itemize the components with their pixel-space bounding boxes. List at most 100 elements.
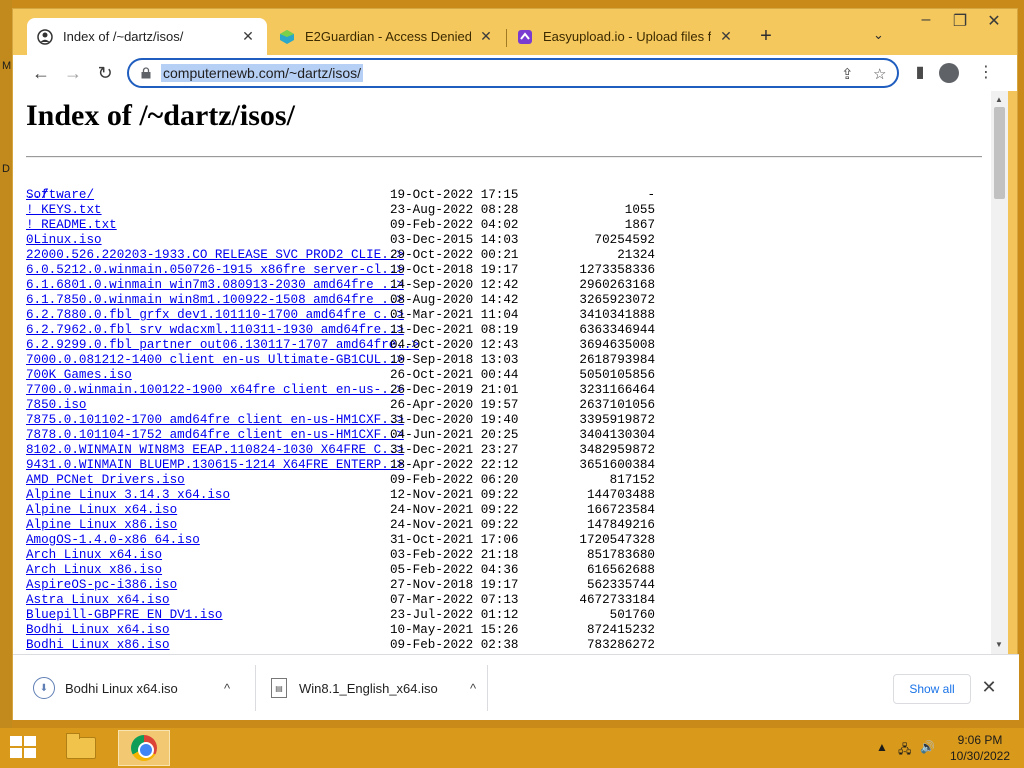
file-link[interactable]: 9431.0.WINMAIN_BLUEMP.130615-1214_X64FRE…: [26, 458, 404, 473]
file-date: 26-Apr-2020 19:57: [390, 398, 519, 412]
download-item[interactable]: ▤ Win8.1_English_x64.iso ^: [271, 655, 485, 721]
forward-arrow-icon[interactable]: →: [61, 61, 85, 85]
file-date: 26-Dec-2019 21:01: [390, 383, 519, 397]
shelf-close-icon[interactable]: ✕: [979, 677, 999, 698]
file-link[interactable]: AMD_PCNet_Drivers.iso: [26, 473, 185, 488]
page-scrollbar[interactable]: ▲ ▼: [991, 91, 1008, 654]
file-link[interactable]: 22000.526.220203-1933.CO_RELEASE_SVC_PRO…: [26, 248, 404, 263]
back-arrow-icon[interactable]: ←: [29, 61, 53, 85]
listing-row: AmogOS-1.4.0-x86_64.iso 31-Oct-2021 17:06…: [26, 533, 686, 548]
file-explorer-icon[interactable]: [58, 730, 104, 766]
tab-search-chevron-icon[interactable]: ⌄: [873, 27, 884, 43]
tab-easyupload[interactable]: Easyupload.io - Upload files for f ✕: [507, 18, 745, 55]
listing-row: Software/19-Oct-2022 17:15 -: [26, 188, 686, 203]
file-link[interactable]: AmogOS-1.4.0-x86_64.iso: [26, 533, 200, 548]
file-link[interactable]: 700K_Games.iso: [26, 368, 132, 383]
file-size: 3265923072: [579, 293, 655, 307]
file-date: 26-Oct-2021 00:44: [390, 368, 519, 382]
file-link[interactable]: Bodhi_Linux_x64.iso: [26, 623, 170, 638]
file-link[interactable]: Bluepill-GBPFRE_EN_DV1.iso: [26, 608, 223, 623]
url-text[interactable]: computernewb.com/~dartz/isos/: [161, 64, 364, 82]
file-link[interactable]: 6.2.7880.0.fbl_grfx_dev1.101110-1700_amd…: [26, 308, 404, 323]
share-icon[interactable]: ⇪: [841, 65, 854, 83]
file-date: 23-Jul-2022 01:12: [390, 608, 519, 622]
file-date: 14-Sep-2020 12:42: [390, 278, 519, 292]
taskbar-clock[interactable]: 9:06 PM 10/30/2022: [940, 732, 1020, 764]
profile-avatar[interactable]: [939, 63, 959, 83]
file-date: 09-Feb-2022 02:38: [390, 638, 519, 652]
file-link[interactable]: 7000.0.081212-1400_client_en-us_Ultimate…: [26, 353, 404, 368]
new-tab-plus-icon[interactable]: +: [755, 25, 777, 48]
window-close-icon[interactable]: ✕: [979, 11, 1009, 31]
windows-start-icon[interactable]: [10, 736, 38, 760]
bookmark-star-icon[interactable]: ☆: [873, 65, 886, 83]
page-content: Index of /~dartz/isos/ ../ Software/19-O…: [13, 91, 999, 654]
restore-icon[interactable]: ❐: [945, 11, 975, 31]
tray-expand-icon[interactable]: ▲: [876, 740, 888, 754]
file-size: 144703488: [586, 488, 655, 502]
file-link[interactable]: 7875.0.101102-1700_amd64fre_client_en-us…: [26, 413, 404, 428]
file-link[interactable]: 6.1.7850.0.winmain_win8m1.100922-1508_am…: [26, 293, 404, 308]
file-link[interactable]: !_README.txt: [26, 218, 117, 233]
listing-row: 6.0.5212.0.winmain.050726-1915_x86fre_se…: [26, 263, 686, 278]
file-size: 3410341888: [579, 308, 655, 322]
file-link[interactable]: 6.2.7962.0.fbl_srv_wdacxml.110311-1930_a…: [26, 323, 404, 338]
file-link[interactable]: Alpine_Linux_x86.iso: [26, 518, 177, 533]
listing-row: 7850.iso 26-Apr-2020 19:57 2637101056: [26, 398, 686, 413]
file-size: 5050105856: [579, 368, 655, 382]
tab-title: E2Guardian - Access Denied: [305, 29, 471, 44]
file-link[interactable]: !_KEYS.txt: [26, 203, 102, 218]
listing-row: 6.2.7962.0.fbl_srv_wdacxml.110311-1930_a…: [26, 323, 686, 338]
show-all-button[interactable]: Show all: [893, 674, 971, 704]
lock-icon[interactable]: [141, 67, 151, 79]
address-bar[interactable]: computernewb.com/~dartz/isos/ ⇪ ☆: [127, 58, 899, 88]
chrome-taskbar-icon[interactable]: [118, 730, 170, 766]
file-link[interactable]: 0Linux.iso: [26, 233, 102, 248]
tab-close-icon[interactable]: ✕: [717, 28, 735, 45]
listing-row: 7000.0.081212-1400_client_en-us_Ultimate…: [26, 353, 686, 368]
side-panel-icon[interactable]: ▮: [909, 62, 931, 82]
volume-icon[interactable]: 🔊: [920, 740, 935, 754]
download-shelf: ⬇ Bodhi Linux x64.iso ^ ▤ Win8.1_English…: [13, 654, 1019, 720]
file-link[interactable]: 6.1.6801.0.winmain_win7m3.080913-2030_am…: [26, 278, 404, 293]
download-item[interactable]: ⬇ Bodhi Linux x64.iso ^: [33, 655, 239, 721]
file-link[interactable]: 6.2.9299.0.fbl_partner_out06.130117-1707…: [26, 338, 419, 353]
file-link[interactable]: Alpine_Linux_3.14.3_x64.iso: [26, 488, 230, 503]
network-icon[interactable]: 🖧: [898, 740, 911, 761]
download-separator: [487, 665, 488, 711]
file-link[interactable]: Software/: [26, 188, 94, 203]
file-link[interactable]: Bodhi_Linux_x86.iso: [26, 638, 170, 653]
file-size: 3651600384: [579, 458, 655, 472]
kebab-menu-icon[interactable]: ⋮: [975, 62, 997, 82]
scroll-down-arrow-icon[interactable]: ▼: [995, 640, 1003, 649]
file-link[interactable]: Astra_Linux_x64.iso: [26, 593, 170, 608]
file-link[interactable]: 7878.0.101104-1752_amd64fre_client_en-us…: [26, 428, 404, 443]
reload-icon[interactable]: ↻: [93, 61, 117, 85]
scrollbar-thumb[interactable]: [994, 107, 1005, 199]
tab-close-icon[interactable]: ✕: [477, 28, 495, 45]
file-size: 851783680: [586, 548, 655, 562]
file-link[interactable]: 7700.0.winmain.100122-1900_x64fre_client…: [26, 383, 404, 398]
chevron-up-icon[interactable]: ^: [461, 681, 485, 696]
file-link[interactable]: Alpine_Linux_x64.iso: [26, 503, 177, 518]
listing-row: Alpine_Linux_3.14.3_x64.iso 12-Nov-2021 0…: [26, 488, 686, 503]
tab-index-of-isos[interactable]: Index of /~dartz/isos/ ✕: [27, 18, 267, 55]
file-link[interactable]: 6.0.5212.0.winmain.050726-1915_x86fre_se…: [26, 263, 404, 278]
file-size: 562335744: [586, 578, 655, 592]
minimize-icon[interactable]: –: [911, 11, 941, 29]
chevron-up-icon[interactable]: ^: [215, 681, 239, 696]
file-link[interactable]: 7850.iso: [26, 398, 86, 413]
file-link[interactable]: AspireOS-pc-i386.iso: [26, 578, 177, 593]
file-size: 616562688: [586, 563, 655, 577]
listing-row: AspireOS-pc-i386.iso 27-Nov-2018 19:17 562…: [26, 578, 686, 593]
scroll-up-arrow-icon[interactable]: ▲: [995, 95, 1003, 104]
file-link[interactable]: Arch_Linux_x86.iso: [26, 563, 162, 578]
file-link[interactable]: Arch_Linux_x64.iso: [26, 548, 162, 563]
listing-row: AMD_PCNet_Drivers.iso 09-Feb-2022 06:20 81…: [26, 473, 686, 488]
listing-row: 8102.0.WINMAIN_WIN8M3_EEAP.110824-1030_X…: [26, 443, 686, 458]
tab-close-icon[interactable]: ✕: [239, 28, 257, 45]
listing-row: 9431.0.WINMAIN_BLUEMP.130615-1214_X64FRE…: [26, 458, 686, 473]
file-link[interactable]: 8102.0.WINMAIN_WIN8M3_EEAP.110824-1030_X…: [26, 443, 404, 458]
desktop-icon-label: M: [2, 60, 12, 72]
tab-e2guardian[interactable]: E2Guardian - Access Denied ✕: [269, 18, 505, 55]
